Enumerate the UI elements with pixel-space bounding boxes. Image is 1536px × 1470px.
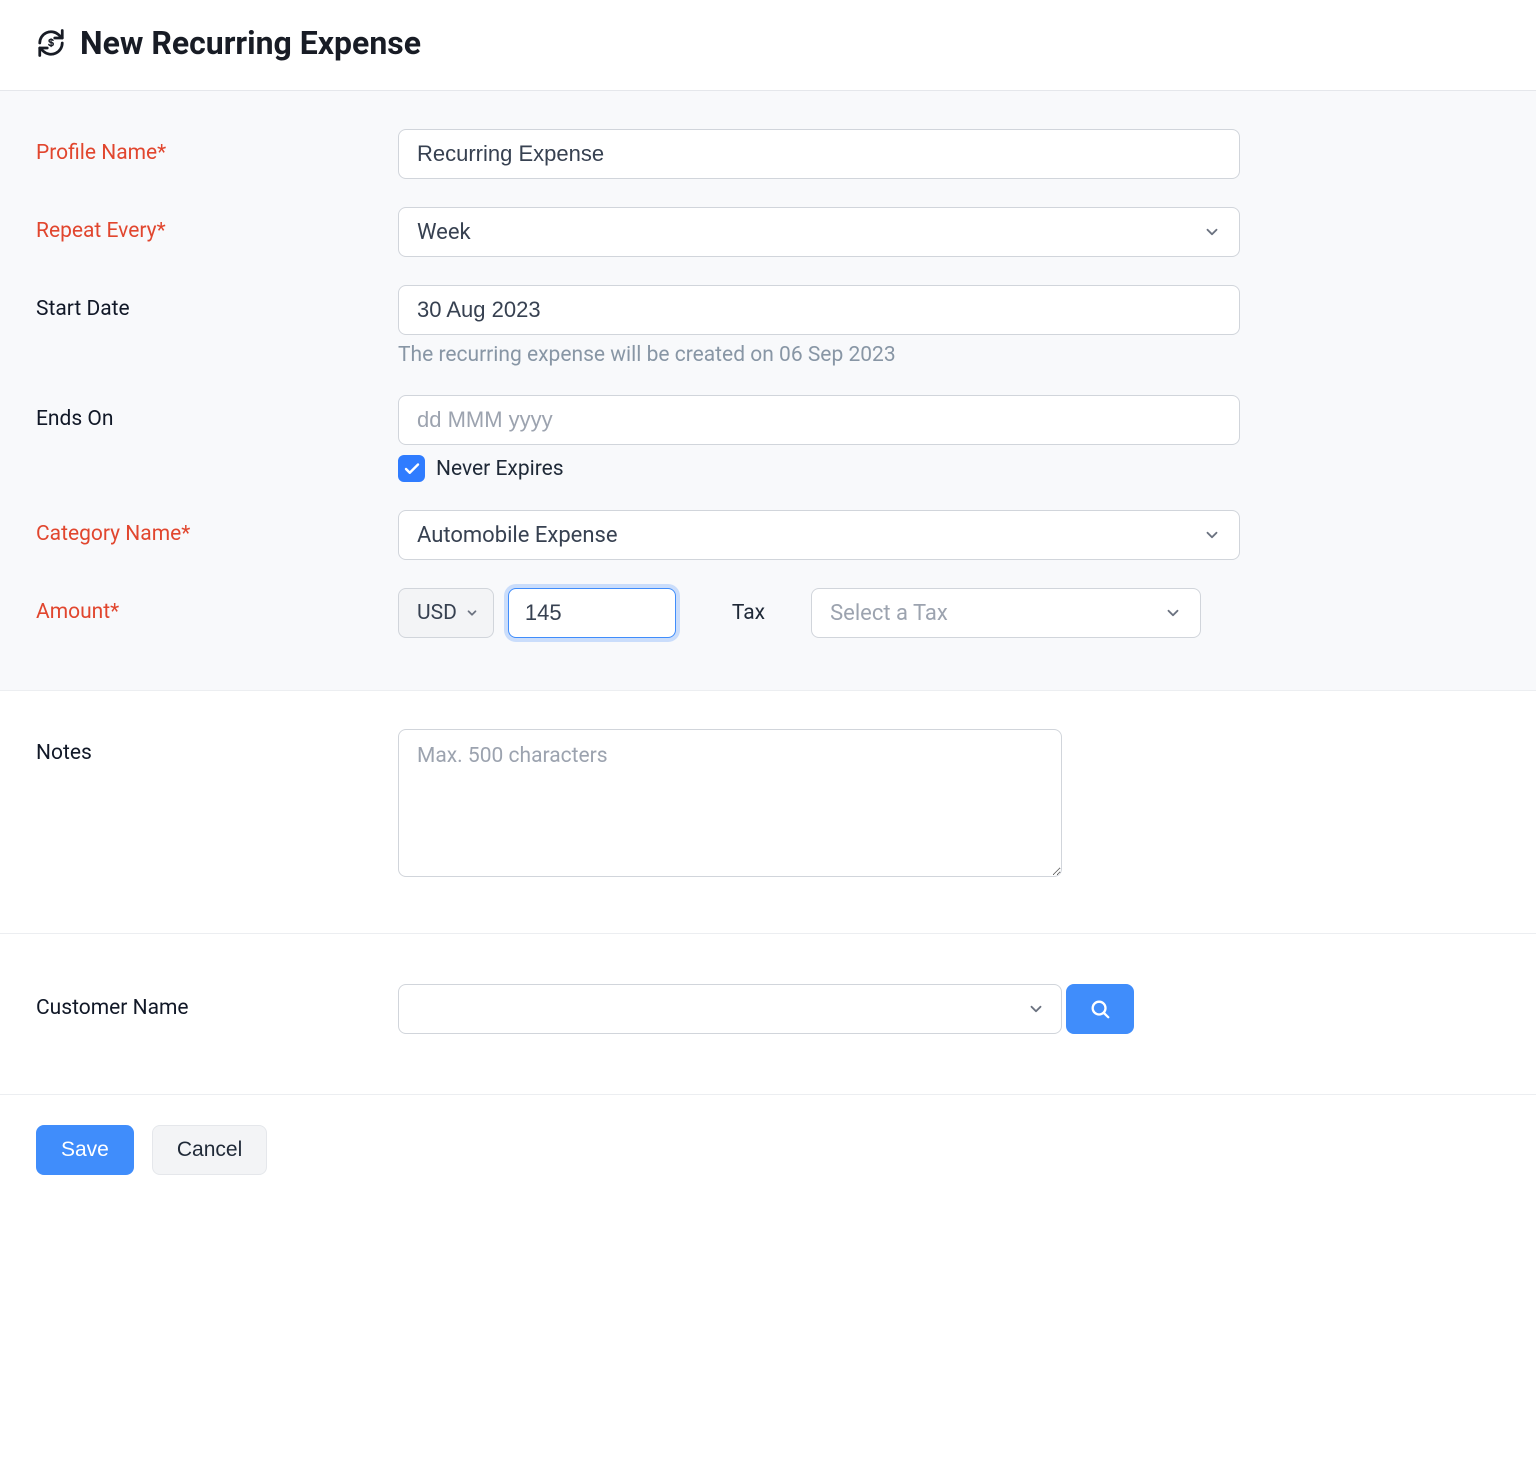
tax-placeholder: Select a Tax (830, 601, 948, 626)
chevron-down-icon (1164, 604, 1182, 622)
chevron-down-icon (1203, 223, 1221, 241)
repeat-every-value: Week (417, 220, 471, 245)
check-icon (403, 460, 421, 478)
section-customer: Customer Name (0, 934, 1536, 1095)
start-date-input[interactable] (398, 285, 1240, 335)
label-customer-name: Customer Name (36, 984, 398, 1020)
form-main: Profile Name* Repeat Every* Week Start D… (0, 91, 1536, 691)
chevron-down-icon (465, 606, 479, 620)
row-repeat-every: Repeat Every* Week (36, 207, 1500, 257)
repeat-every-select[interactable]: Week (398, 207, 1240, 257)
chevron-down-icon (1027, 1000, 1045, 1018)
start-date-hint: The recurring expense will be created on… (398, 343, 1240, 367)
label-repeat-every: Repeat Every* (36, 207, 398, 243)
label-tax: Tax (732, 601, 765, 625)
currency-value: USD (417, 601, 457, 625)
row-start-date: Start Date The recurring expense will be… (36, 285, 1500, 367)
never-expires-checkbox[interactable] (398, 455, 425, 482)
row-category-name: Category Name* Automobile Expense (36, 510, 1500, 560)
profile-name-input[interactable] (398, 129, 1240, 179)
never-expires-label: Never Expires (436, 457, 564, 481)
customer-search-button[interactable] (1066, 984, 1134, 1034)
label-amount: Amount* (36, 588, 398, 624)
label-start-date: Start Date (36, 285, 398, 321)
recurring-icon: $ (36, 28, 66, 58)
ends-on-input[interactable] (398, 395, 1240, 445)
customer-name-select[interactable] (398, 984, 1062, 1034)
category-name-value: Automobile Expense (417, 523, 618, 548)
svg-text:$: $ (48, 38, 54, 49)
section-notes: Notes (0, 691, 1536, 934)
label-notes: Notes (36, 729, 398, 765)
tax-select[interactable]: Select a Tax (811, 588, 1201, 638)
label-profile-name: Profile Name* (36, 129, 398, 165)
page-header: $ New Recurring Expense (0, 0, 1536, 91)
save-button[interactable]: Save (36, 1125, 134, 1175)
amount-input[interactable] (508, 588, 676, 638)
label-category-name: Category Name* (36, 510, 398, 546)
search-icon (1089, 998, 1111, 1020)
page-title: New Recurring Expense (80, 24, 421, 62)
category-name-select[interactable]: Automobile Expense (398, 510, 1240, 560)
chevron-down-icon (1203, 526, 1221, 544)
currency-select[interactable]: USD (398, 588, 494, 638)
row-profile-name: Profile Name* (36, 129, 1500, 179)
notes-textarea[interactable] (398, 729, 1062, 877)
row-ends-on: Ends On Never Expires (36, 395, 1500, 482)
cancel-button[interactable]: Cancel (152, 1125, 267, 1175)
footer-actions: Save Cancel (0, 1095, 1536, 1205)
row-amount: Amount* USD Tax Select a Tax (36, 588, 1500, 638)
label-ends-on: Ends On (36, 395, 398, 431)
